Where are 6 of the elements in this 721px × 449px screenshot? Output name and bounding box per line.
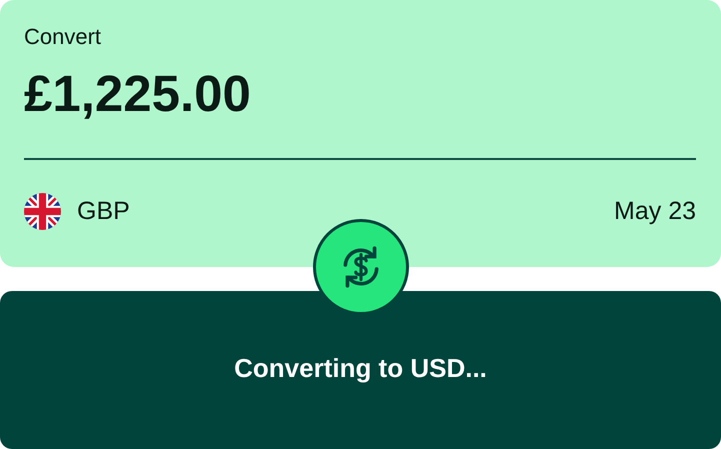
flag-icon xyxy=(24,192,61,230)
date-text: May 23 xyxy=(614,196,696,226)
currency-code: GBP xyxy=(77,196,130,226)
convert-label: Convert xyxy=(24,24,102,50)
amount-text: £1,225.00 xyxy=(24,64,252,123)
status-message: Converting to USD... xyxy=(234,352,487,384)
